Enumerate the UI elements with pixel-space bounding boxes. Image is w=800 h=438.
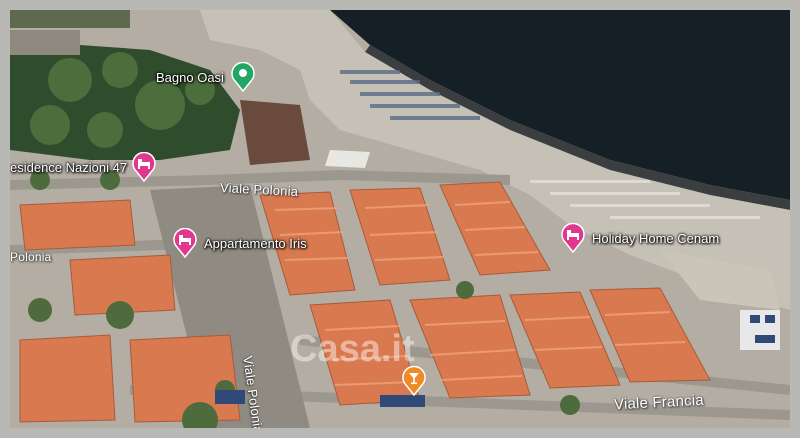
- poi-holiday-home-cenam[interactable]: Holiday Home Cenam: [560, 223, 719, 253]
- poi-label: Holiday Home Cenam: [592, 230, 720, 246]
- hotel-pin-icon: [561, 223, 585, 253]
- satellite-map[interactable]: Bagno Oasi esidence Nazioni 47 Appartame…: [10, 10, 790, 428]
- poi-label: esidence Nazioni 47: [10, 159, 128, 175]
- watermark-logo: Casa.it: [290, 328, 415, 370]
- poi-label: Appartamento Iris: [204, 235, 307, 251]
- street-label-polonia: Polonia: [10, 250, 52, 264]
- poi-label: Bagno Oasi: [156, 69, 224, 85]
- poi-appartamento-iris[interactable]: Appartamento Iris: [172, 228, 307, 258]
- hotel-pin-icon: [173, 228, 197, 258]
- poi-residence-nazioni-47[interactable]: esidence Nazioni 47: [10, 152, 157, 182]
- beach-pin-icon: [231, 62, 255, 92]
- poi-bagno-oasi[interactable]: Bagno Oasi: [156, 62, 256, 92]
- hotel-pin-icon: [132, 152, 156, 182]
- map-frame: Bagno Oasi esidence Nazioni 47 Appartame…: [0, 0, 800, 438]
